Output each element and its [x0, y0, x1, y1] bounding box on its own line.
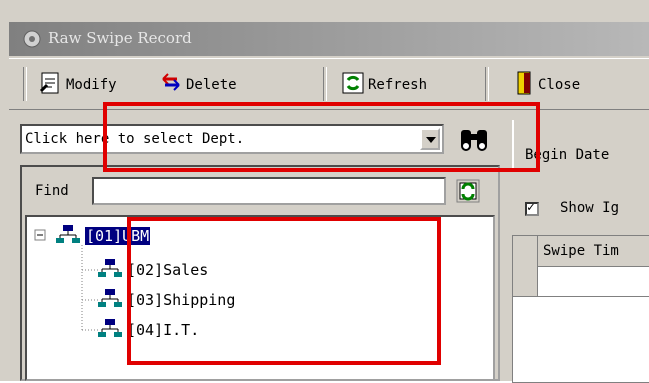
- title-bar: Raw Swipe Record: [9, 22, 649, 56]
- tree-node-label: [01]UBM: [85, 227, 151, 245]
- toolbar-separator: [485, 67, 489, 101]
- toolbar-separator: [323, 67, 327, 101]
- refresh-label: Refresh: [368, 77, 428, 93]
- org-chart-icon: [97, 288, 123, 312]
- org-chart-icon: [97, 258, 123, 282]
- org-chart-icon: [97, 318, 123, 342]
- dept-select[interactable]: Click here to select Dept.: [20, 124, 444, 154]
- grid-header: Swipe Tim: [513, 236, 649, 267]
- show-ignored-checkbox[interactable]: [525, 200, 539, 216]
- grid-header-swipe-time[interactable]: Swipe Tim: [543, 243, 619, 259]
- tree-node-shipping[interactable]: [03]Shipping: [97, 289, 235, 311]
- begin-date-label: Begin Date: [525, 147, 610, 163]
- dept-select-value: Click here to select Dept.: [25, 131, 245, 147]
- refresh-button[interactable]: Refresh: [341, 71, 427, 99]
- table-row[interactable]: [513, 266, 649, 297]
- delete-label: Delete: [186, 77, 237, 93]
- close-button[interactable]: Close: [515, 71, 580, 99]
- toolbar-separator: [23, 67, 27, 101]
- find-refresh-icon[interactable]: [454, 178, 484, 206]
- window-title: Raw Swipe Record: [48, 29, 192, 47]
- dept-tree: [01]UBM [02]Sales [03]Shipping [04]I.T.: [25, 215, 495, 381]
- tree-node-label: [04]I.T.: [127, 321, 200, 339]
- dropdown-arrow-button[interactable]: [420, 128, 440, 150]
- row-indicator: [513, 266, 538, 296]
- delete-icon: [159, 71, 183, 99]
- tree-node-sales[interactable]: [02]Sales: [97, 259, 208, 281]
- find-input[interactable]: [92, 177, 446, 205]
- org-chart-icon: [55, 224, 81, 248]
- close-door-icon: [515, 70, 535, 100]
- show-ignored-label: Show Ig: [560, 200, 620, 216]
- modify-icon: [39, 71, 63, 99]
- tree-node-label: [02]Sales: [127, 261, 209, 279]
- refresh-icon: [341, 71, 365, 99]
- tree-node-it[interactable]: [04]I.T.: [97, 319, 199, 341]
- app-icon: [23, 30, 43, 48]
- delete-button[interactable]: Delete: [159, 71, 237, 99]
- right-panel-divider: [512, 120, 649, 172]
- toolbar: Modify Delete Refresh Close: [9, 58, 649, 110]
- swipe-grid: Swipe Tim: [512, 235, 649, 383]
- tree-node-root[interactable]: [01]UBM: [55, 224, 151, 248]
- tree-node-label: [03]Shipping: [127, 291, 236, 309]
- grid-corner: [513, 236, 538, 266]
- binoculars-icon[interactable]: [455, 124, 495, 154]
- find-label: Find: [35, 183, 69, 199]
- modify-button[interactable]: Modify: [39, 71, 117, 99]
- modify-label: Modify: [66, 77, 117, 93]
- close-label: Close: [538, 77, 581, 93]
- app-window: Raw Swipe Record Modify Delete Refresh C…: [0, 0, 649, 383]
